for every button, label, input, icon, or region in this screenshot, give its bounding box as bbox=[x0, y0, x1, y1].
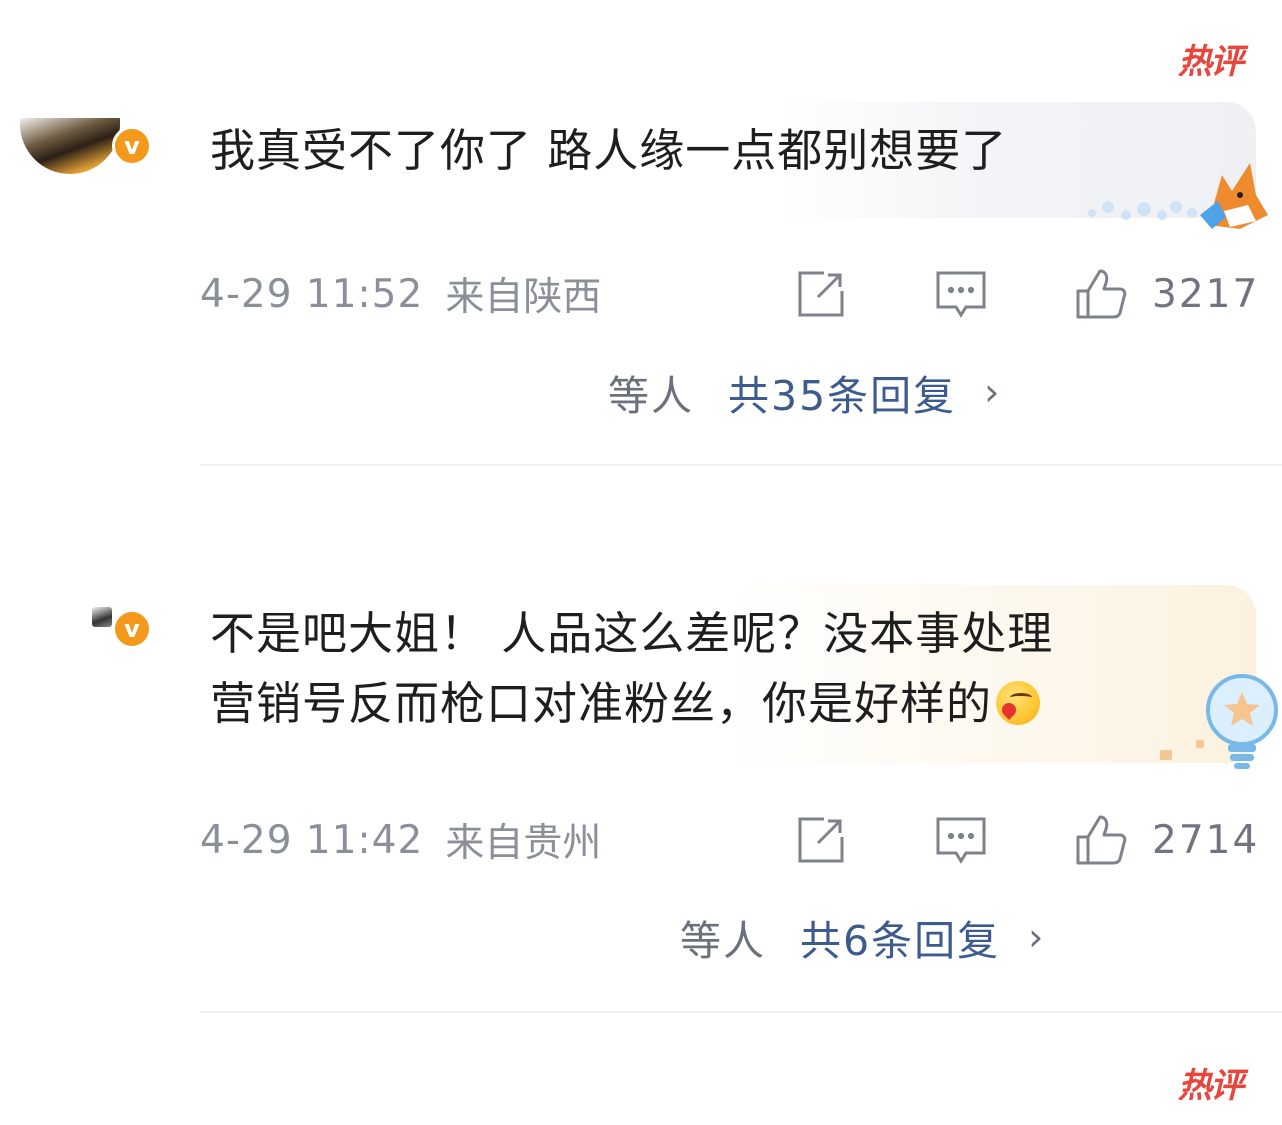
hot-comment-badge: 热评 bbox=[1178, 1066, 1244, 1106]
like-thumb-icon[interactable] bbox=[1074, 813, 1128, 867]
divider bbox=[200, 1011, 1282, 1013]
comment-actions: 3217 bbox=[794, 264, 1259, 324]
reply-count-link[interactable]: 共6条回复 bbox=[800, 907, 1000, 967]
comment-icon[interactable] bbox=[934, 267, 988, 321]
repost-icon[interactable] bbox=[794, 813, 848, 867]
comment-text-line: 营销号反而枪口对准粉丝，你是好样的 bbox=[210, 677, 993, 730]
comment-text-line: 不是吧大姐！ 人品这么差呢？没本事处理 bbox=[210, 607, 1054, 660]
fox-sticker-icon bbox=[1088, 163, 1268, 229]
avatar[interactable] bbox=[20, 118, 120, 174]
reply-count-link[interactable]: 共35条回复 bbox=[728, 362, 956, 422]
chevron-right-icon: › bbox=[1028, 915, 1046, 959]
comment-item: v 不是吧大姐！ 人品这么差呢？没本事处理 营销号反而枪口对准粉丝，你是好样的 … bbox=[0, 585, 1282, 1015]
chevron-right-icon: › bbox=[984, 370, 1002, 414]
like-thumb-icon[interactable] bbox=[1074, 267, 1128, 321]
comment-location: 来自贵州 bbox=[445, 821, 602, 866]
comment-meta: 4-29 11:52 来自陕西 3217 bbox=[200, 264, 1258, 324]
reply-users: 等人 bbox=[680, 917, 766, 965]
comment-bubble: 不是吧大姐！ 人品这么差呢？没本事处理 营销号反而枪口对准粉丝，你是好样的 bbox=[190, 585, 1256, 763]
repost-icon[interactable] bbox=[794, 267, 848, 321]
reply-users: 等人 bbox=[608, 372, 694, 420]
comment-text: 不是吧大姐！ 人品这么差呢？没本事处理 营销号反而枪口对准粉丝，你是好样的 bbox=[210, 599, 1236, 739]
like-count: 2714 bbox=[1152, 817, 1260, 863]
comment-time: 4-29 11:42 bbox=[200, 817, 424, 863]
view-replies-link[interactable]: 等人 共35条回复 › bbox=[608, 362, 1001, 422]
like-count: 3217 bbox=[1152, 271, 1260, 317]
comment-actions: 2714 bbox=[794, 810, 1259, 870]
verified-badge-icon: v bbox=[112, 126, 152, 166]
comment-time: 4-29 11:52 bbox=[200, 271, 424, 317]
comment-meta: 4-29 11:42 来自贵州 2714 bbox=[200, 810, 1258, 870]
lightbulb-sticker-icon bbox=[1160, 674, 1278, 769]
divider bbox=[200, 464, 1282, 466]
comment-item: v 我真受不了你了 路人缘一点都别想要了 4-29 11:52 来自陕西 321… bbox=[0, 100, 1282, 470]
hot-comment-badge: 热评 bbox=[1178, 42, 1244, 82]
comment-icon[interactable] bbox=[934, 813, 988, 867]
view-replies-link[interactable]: 等人 共6条回复 › bbox=[680, 907, 1045, 967]
comment-location: 来自陕西 bbox=[445, 275, 602, 320]
verified-badge-icon: v bbox=[112, 609, 152, 649]
avatar[interactable] bbox=[92, 607, 112, 627]
blushing-emoji-icon bbox=[996, 681, 1041, 725]
